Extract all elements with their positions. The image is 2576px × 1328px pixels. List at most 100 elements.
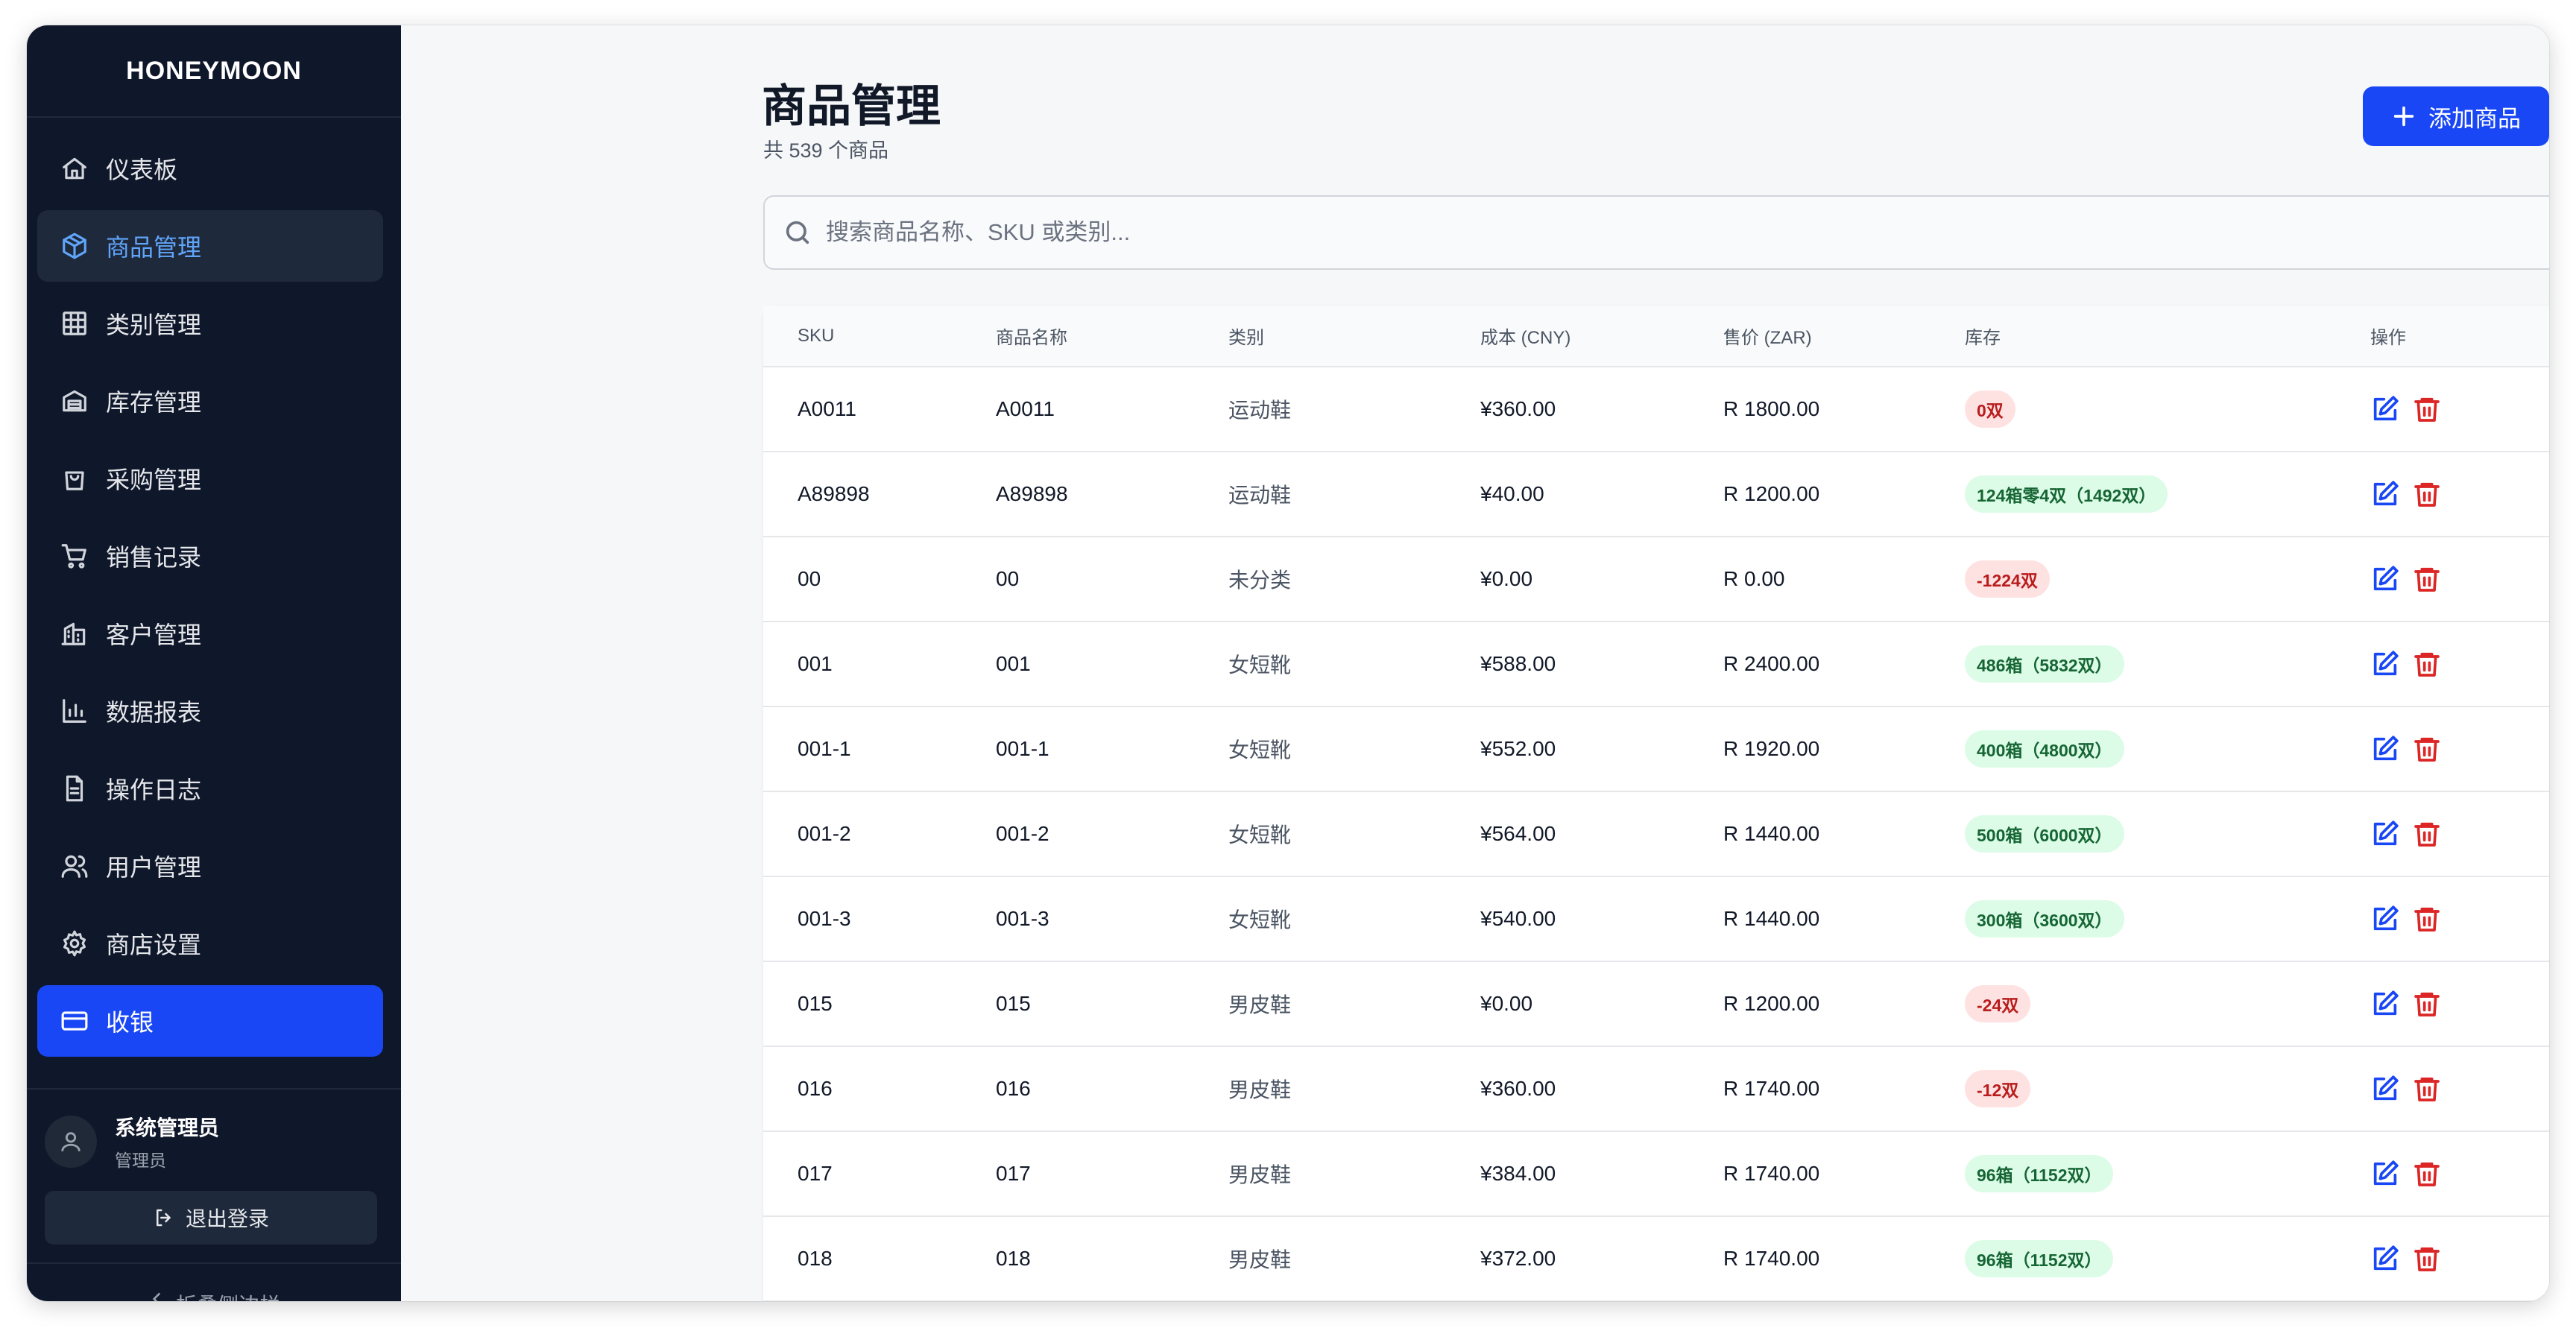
edit-icon[interactable] xyxy=(2370,819,2400,849)
sidebar-item-label: 商店设置 xyxy=(106,932,202,958)
cell-actions xyxy=(2370,1046,2549,1131)
trash-icon[interactable] xyxy=(2412,1074,2442,1104)
sidebar-item-11[interactable]: 收银 xyxy=(37,985,383,1057)
edit-icon[interactable] xyxy=(2370,1074,2400,1104)
table-header-row: SKU 商品名称 类别 成本 (CNY) 售价 (ZAR) 库存 操作 xyxy=(763,306,2549,367)
sidebar-item-7[interactable]: 数据报表 xyxy=(37,675,383,747)
table-row: 015 015 男皮鞋 ¥0.00 R 1200.00 -24双 xyxy=(763,961,2549,1046)
plus-icon xyxy=(2393,106,2414,127)
cell-name: 001-3 xyxy=(996,907,1049,930)
trash-icon[interactable] xyxy=(2412,819,2442,849)
trash-icon[interactable] xyxy=(2412,734,2442,764)
trash-icon[interactable] xyxy=(2412,479,2442,509)
cell-category: 运动鞋 xyxy=(1228,484,1292,507)
sidebar-item-1[interactable]: 商品管理 xyxy=(37,210,383,282)
cell-sku: 017 xyxy=(798,1162,833,1185)
cell-price: R 1920.00 xyxy=(1723,737,1820,760)
sidebar-item-label: 采购管理 xyxy=(106,467,202,493)
stock-badge: 486箱（5832双） xyxy=(1965,645,2124,683)
edit-icon[interactable] xyxy=(2370,734,2400,764)
cell-cost: ¥0.00 xyxy=(1480,567,1533,590)
cell-cost: ¥564.00 xyxy=(1480,822,1556,845)
edit-icon[interactable] xyxy=(2370,904,2400,934)
building-icon xyxy=(60,619,89,648)
cell-stock: 124箱零4双（1492双） xyxy=(1965,452,2370,537)
cell-category: 未分类 xyxy=(1228,569,1292,592)
cell-cost: ¥384.00 xyxy=(1480,1162,1556,1185)
column-header-category[interactable]: 类别 xyxy=(1228,306,1480,367)
edit-icon[interactable] xyxy=(2370,1159,2400,1189)
sidebar-item-5[interactable]: 销售记录 xyxy=(37,520,383,592)
cell-cost: ¥588.00 xyxy=(1480,652,1556,675)
trash-icon[interactable] xyxy=(2412,394,2442,424)
column-header-actions: 操作 xyxy=(2370,306,2549,367)
column-header-cost[interactable]: 成本 (CNY) xyxy=(1480,306,1723,367)
sidebar-item-label: 销售记录 xyxy=(106,544,202,571)
sidebar-item-label: 操作日志 xyxy=(106,777,202,803)
column-header-stock[interactable]: 库存 xyxy=(1965,306,2370,367)
edit-icon[interactable] xyxy=(2370,649,2400,679)
stock-badge: 0双 xyxy=(1965,391,2015,428)
stock-badge: 96箱（1152双） xyxy=(1965,1155,2114,1192)
cell-price: R 1800.00 xyxy=(1723,397,1820,420)
chevron-left-icon xyxy=(152,1292,161,1301)
user-name: 系统管理员 xyxy=(115,1116,220,1139)
cell-cost: ¥552.00 xyxy=(1480,737,1556,760)
trash-icon[interactable] xyxy=(2412,904,2442,934)
edit-icon[interactable] xyxy=(2370,479,2400,509)
user-role: 管理员 xyxy=(115,1151,166,1170)
cell-sku: 001-3 xyxy=(798,907,851,930)
collapse-label: 折叠侧边栏 xyxy=(176,1289,280,1301)
user-icon xyxy=(61,1132,80,1151)
collapse-sidebar-button[interactable]: 折叠侧边栏 xyxy=(27,1262,401,1301)
home-icon xyxy=(60,154,89,183)
edit-icon[interactable] xyxy=(2370,1244,2400,1274)
table-row: A89898 A89898 运动鞋 ¥40.00 R 1200.00 124箱零4双（14… xyxy=(763,452,2549,537)
cell-name: 018 xyxy=(996,1247,1031,1270)
cell-category: 运动鞋 xyxy=(1228,399,1292,422)
cell-sku: A89898 xyxy=(798,482,870,505)
cell-stock: 96箱（1152双） xyxy=(1965,1131,2370,1216)
add-product-button[interactable]: 添加商品 xyxy=(2363,86,2549,146)
cell-category: 男皮鞋 xyxy=(1228,993,1292,1016)
column-header-sku[interactable]: SKU xyxy=(763,306,996,367)
search-input[interactable] xyxy=(826,219,2466,246)
sidebar-item-4[interactable]: 采购管理 xyxy=(37,443,383,514)
cell-category: 女短靴 xyxy=(1228,908,1292,932)
stock-badge: -24双 xyxy=(1965,985,2031,1022)
logout-icon xyxy=(156,1209,171,1227)
cell-stock: -24双 xyxy=(1965,961,2370,1046)
sidebar-item-9[interactable]: 用户管理 xyxy=(37,830,383,902)
trash-icon[interactable] xyxy=(2412,564,2442,594)
cell-category: 女短靴 xyxy=(1228,654,1292,677)
table-row: 017 017 男皮鞋 ¥384.00 R 1740.00 96箱（1152双） xyxy=(763,1131,2549,1216)
edit-icon[interactable] xyxy=(2370,394,2400,424)
trash-icon[interactable] xyxy=(2412,1159,2442,1189)
sidebar-item-3[interactable]: 库存管理 xyxy=(37,365,383,437)
cell-stock: -1224双 xyxy=(1965,537,2370,622)
cell-price: R 2400.00 xyxy=(1723,652,1820,675)
logout-button[interactable]: 退出登录 xyxy=(45,1191,377,1245)
sidebar-item-label: 数据报表 xyxy=(106,699,202,726)
products-table: SKU 商品名称 类别 成本 (CNY) 售价 (ZAR) 库存 操作 A001… xyxy=(763,306,2549,1301)
sidebar-item-0[interactable]: 仪表板 xyxy=(37,133,383,204)
sidebar-item-6[interactable]: 客户管理 xyxy=(37,598,383,669)
cell-sku: 00 xyxy=(798,567,821,590)
edit-icon[interactable] xyxy=(2370,989,2400,1019)
sidebar-item-8[interactable]: 操作日志 xyxy=(37,753,383,824)
trash-icon[interactable] xyxy=(2412,1244,2442,1274)
trash-icon[interactable] xyxy=(2412,989,2442,1019)
column-header-name[interactable]: 商品名称 xyxy=(996,306,1228,367)
cell-name: 015 xyxy=(996,992,1031,1015)
grid-icon xyxy=(60,309,89,338)
sidebar-item-10[interactable]: 商店设置 xyxy=(37,908,383,979)
sidebar-item-label: 用户管理 xyxy=(106,854,202,881)
trash-icon[interactable] xyxy=(2412,649,2442,679)
column-header-price[interactable]: 售价 (ZAR) xyxy=(1723,306,1965,367)
page-title: 商品管理 xyxy=(762,81,941,131)
sidebar-item-label: 类别管理 xyxy=(106,312,202,338)
sidebar-item-2[interactable]: 类别管理 xyxy=(37,288,383,359)
bar-chart-icon xyxy=(60,696,89,726)
edit-icon[interactable] xyxy=(2370,564,2400,594)
table-row: 00 00 未分类 ¥0.00 R 0.00 -1224双 xyxy=(763,537,2549,622)
